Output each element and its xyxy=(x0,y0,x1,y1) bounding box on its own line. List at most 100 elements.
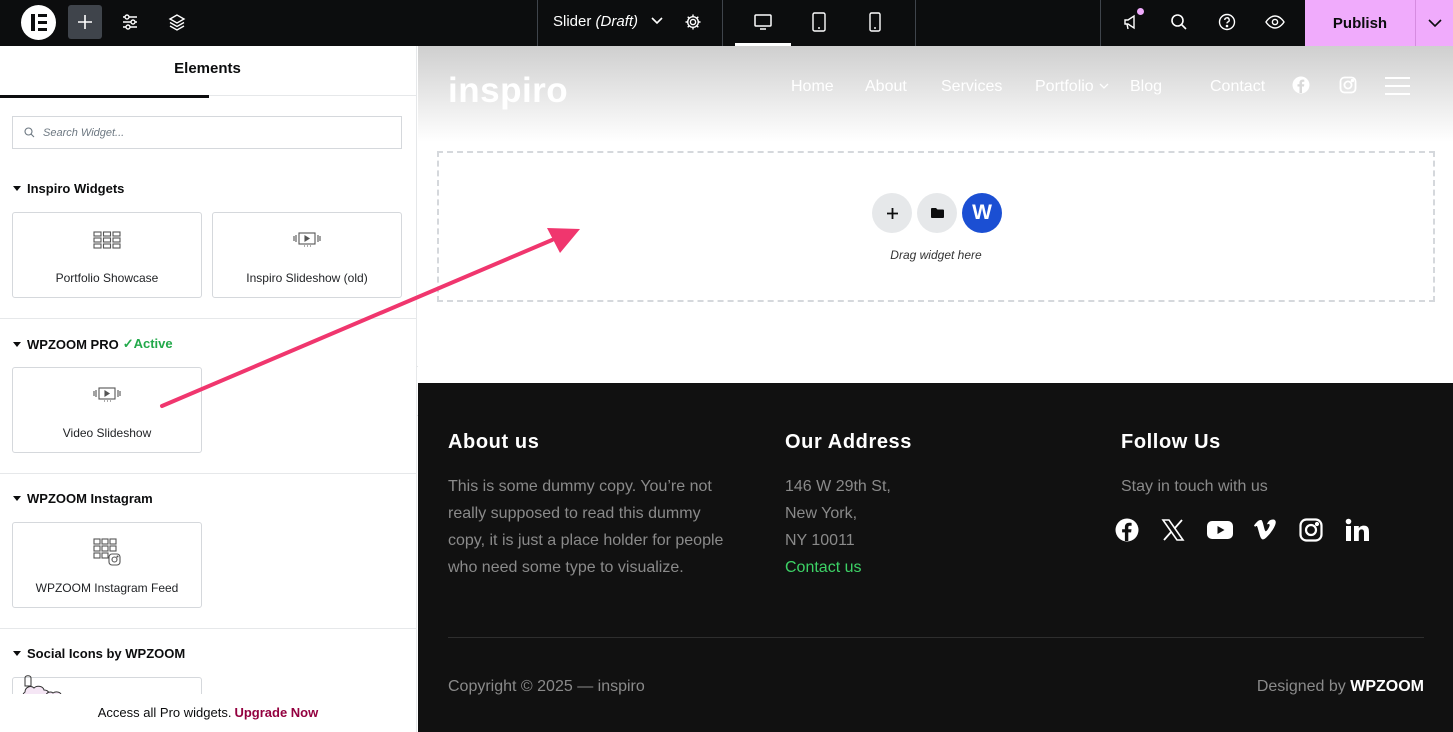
top-bar: Slider (Draft) Publish xyxy=(0,0,1453,46)
category-inspiro-widgets[interactable]: Inspiro Widgets xyxy=(13,181,124,196)
nav-portfolio[interactable]: Portfolio xyxy=(1035,78,1109,96)
footer-about-line: copy, it is just a place holder for peop… xyxy=(448,532,724,549)
footer-about-heading: About us xyxy=(448,431,540,453)
notification-dot xyxy=(1137,8,1144,15)
eye-icon xyxy=(1265,15,1285,29)
document-name: Slider xyxy=(553,13,592,30)
widget-video-slideshow[interactable]: Video Slideshow xyxy=(12,367,202,453)
widget-drop-zone[interactable]: W Drag widget here xyxy=(437,151,1435,302)
instagram-icon[interactable] xyxy=(1299,515,1345,545)
elementor-logo-icon[interactable] xyxy=(21,5,56,40)
sliders-icon xyxy=(123,14,137,30)
plus-icon xyxy=(78,15,92,29)
facebook-icon[interactable] xyxy=(1115,515,1161,545)
desktop-view-button[interactable] xyxy=(746,5,780,39)
chevron-down-icon xyxy=(651,17,663,25)
x-icon[interactable] xyxy=(1161,515,1207,545)
nav-portfolio-label: Portfolio xyxy=(1035,78,1094,95)
chevron-down-icon xyxy=(1099,83,1109,89)
widget-inspiro-slideshow-old[interactable]: Inspiro Slideshow (old) xyxy=(212,212,402,298)
tablet-icon xyxy=(812,12,826,32)
elements-panel: Elements Inspiro Widgets Portfolio Showc… xyxy=(0,46,417,732)
footer-address-line: NY 10011 xyxy=(785,532,855,549)
category-divider xyxy=(0,473,416,474)
footer-social-icons xyxy=(1115,515,1391,545)
slideshow-icon xyxy=(213,231,401,247)
divider xyxy=(1100,0,1101,46)
category-social-icons[interactable]: Social Icons by WPZOOM xyxy=(13,646,185,661)
tab-elements[interactable]: Elements xyxy=(0,60,415,77)
gear-icon xyxy=(685,14,701,30)
document-title[interactable]: Slider (Draft) xyxy=(553,13,663,30)
widget-wpzoom-instagram-feed[interactable]: WPZOOM Instagram Feed xyxy=(12,522,202,608)
youtube-icon[interactable] xyxy=(1207,515,1253,545)
category-title: WPZOOM PRO xyxy=(27,336,119,352)
tablet-view-button[interactable] xyxy=(802,5,836,39)
site-settings-button[interactable] xyxy=(113,5,147,39)
category-title: Social Icons by WPZOOM xyxy=(27,646,186,661)
drop-zone-hint: Drag widget here xyxy=(890,248,982,262)
footer-about-line: who need some type to visualize. xyxy=(448,559,684,576)
footer-follow-text: Stay in touch with us xyxy=(1121,478,1268,495)
widget-label: Video Slideshow xyxy=(62,426,152,440)
footer-address-text: 146 W 29th St, New York, NY 10011 Contac… xyxy=(785,473,1065,581)
nav-blog[interactable]: Blog xyxy=(1130,78,1162,96)
widget-portfolio-showcase[interactable]: Portfolio Showcase xyxy=(12,212,202,298)
category-wpzoom-instagram[interactable]: WPZOOM Instagram xyxy=(13,491,153,506)
facebook-icon[interactable] xyxy=(1292,76,1310,94)
designer-link[interactable]: WPZOOM xyxy=(1350,678,1424,695)
footer-about-line: This is some dummy copy. You’re not xyxy=(448,478,712,495)
category-divider xyxy=(0,318,416,319)
hamburger-menu-icon[interactable] xyxy=(1385,77,1410,95)
caret-down-icon xyxy=(13,341,21,347)
nav-contact[interactable]: Contact xyxy=(1210,78,1265,96)
search-widget-input[interactable] xyxy=(43,126,383,139)
preview-button[interactable] xyxy=(1258,5,1292,39)
search-widget-field[interactable] xyxy=(12,116,402,149)
publish-button[interactable]: Publish xyxy=(1305,0,1415,46)
nav-services[interactable]: Services xyxy=(941,78,1002,96)
instagram-icon[interactable] xyxy=(1339,76,1357,94)
publish-options-button[interactable] xyxy=(1415,0,1453,46)
footer-follow-heading: Follow Us xyxy=(1121,431,1221,453)
divider xyxy=(537,0,538,46)
upgrade-text: Access all Pro widgets. xyxy=(97,705,232,720)
site-footer: About us This is some dummy copy. You’re… xyxy=(418,383,1453,732)
help-icon xyxy=(1218,13,1236,31)
add-element-button[interactable] xyxy=(68,5,102,39)
contact-us-link[interactable]: Contact us xyxy=(785,554,1065,581)
help-button[interactable] xyxy=(1210,5,1244,39)
upgrade-now-link[interactable]: Upgrade Now xyxy=(234,705,318,720)
panel-tabs: Elements xyxy=(0,46,416,98)
nav-about[interactable]: About xyxy=(865,78,907,96)
wpzoom-library-button[interactable]: W xyxy=(962,193,1002,233)
active-tab-indicator xyxy=(0,95,209,98)
nav-home[interactable]: Home xyxy=(791,78,834,96)
mobile-view-button[interactable] xyxy=(858,5,892,39)
vimeo-icon[interactable] xyxy=(1253,515,1299,545)
structure-button[interactable] xyxy=(160,5,194,39)
search-icon xyxy=(24,127,35,138)
category-divider xyxy=(0,628,416,629)
megaphone-icon xyxy=(1124,14,1135,30)
site-logo[interactable]: inspiro xyxy=(448,71,568,111)
site-header: inspiro Home About Services Portfolio Bl… xyxy=(418,46,1453,142)
search-button[interactable] xyxy=(1162,5,1196,39)
video-slideshow-icon xyxy=(13,386,201,402)
caret-down-icon xyxy=(13,651,21,656)
widget-label: Portfolio Showcase xyxy=(55,271,159,285)
category-wpzoom-pro[interactable]: WPZOOM PRO ✓Active xyxy=(13,336,173,352)
divider xyxy=(722,0,723,46)
add-section-button[interactable] xyxy=(872,193,912,233)
footer-address-heading: Our Address xyxy=(785,431,913,453)
chevron-down-icon xyxy=(1427,18,1442,27)
page-settings-button[interactable] xyxy=(676,5,710,39)
designed-by-label: Designed by xyxy=(1256,678,1346,695)
category-title: WPZOOM Instagram xyxy=(27,491,153,506)
caret-down-icon xyxy=(13,186,21,191)
instagram-feed-icon xyxy=(13,538,201,566)
portfolio-grid-icon xyxy=(13,231,201,249)
linkedin-icon[interactable] xyxy=(1345,515,1391,545)
preview-canvas: inspiro Home About Services Portfolio Bl… xyxy=(418,46,1453,732)
add-template-button[interactable] xyxy=(917,193,957,233)
